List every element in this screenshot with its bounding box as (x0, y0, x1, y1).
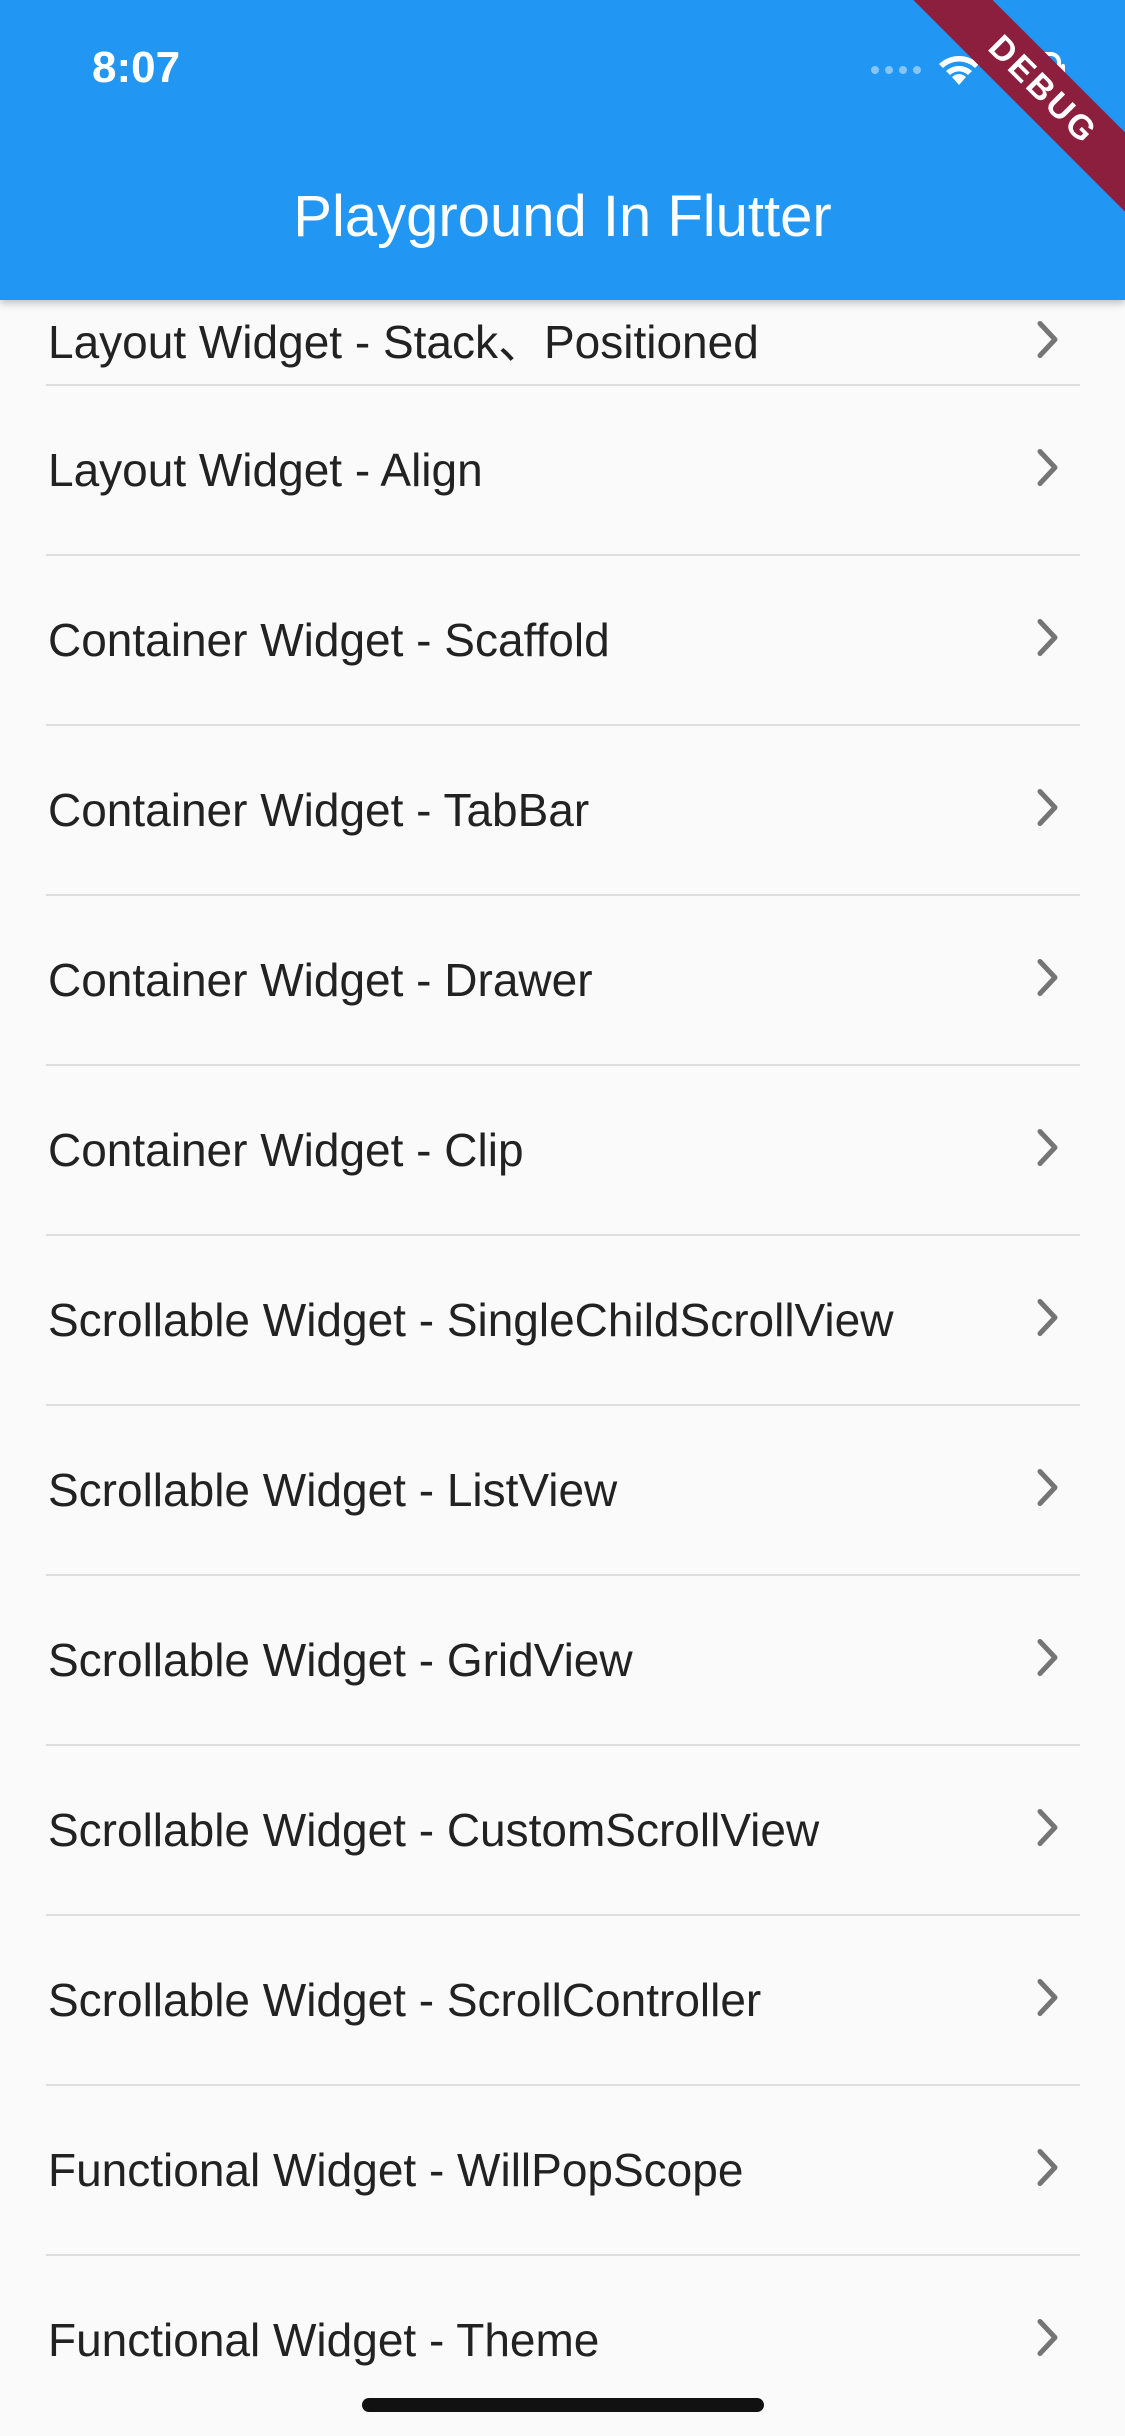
page-title: Playground In Flutter (293, 184, 832, 249)
list-item-label: Scrollable Widget - ListView (48, 1464, 618, 1516)
list-item[interactable]: Functional Widget - WillPopScope (0, 2086, 1125, 2254)
chevron-right-icon (1035, 1808, 1061, 1853)
chevron-right-icon (1035, 1128, 1061, 1173)
list-item-label: Scrollable Widget - ScrollController (48, 1974, 762, 2026)
list-item[interactable]: Container Widget - Drawer (0, 896, 1125, 1064)
chevron-right-icon (1035, 788, 1061, 833)
list-item[interactable]: Scrollable Widget - CustomScrollView (0, 1746, 1125, 1914)
chevron-right-icon (1035, 1978, 1061, 2023)
list-item-label: Layout Widget - Stack、Positioned (48, 316, 759, 368)
chevron-right-icon (1035, 1468, 1061, 1513)
signal-dots-icon (871, 66, 921, 74)
list-item[interactable]: Layout Widget - Align (0, 386, 1125, 554)
list-item-label: Layout Widget - Align (48, 444, 483, 496)
list-item-label: Container Widget - TabBar (48, 784, 590, 836)
list-item[interactable]: Container Widget - Scaffold (0, 556, 1125, 724)
list-item[interactable]: Scrollable Widget - ListView (0, 1406, 1125, 1574)
list-item[interactable]: Container Widget - Clip (0, 1066, 1125, 1234)
list-item-label: Scrollable Widget - SingleChildScrollVie… (48, 1294, 894, 1346)
list-item[interactable]: Scrollable Widget - GridView (0, 1576, 1125, 1744)
list-item-label: Container Widget - Drawer (48, 954, 593, 1006)
chevron-right-icon (1035, 958, 1061, 1003)
list-item-label: Container Widget - Scaffold (48, 614, 610, 666)
list-item[interactable]: Scrollable Widget - ScrollController (0, 1916, 1125, 2084)
list-item[interactable]: Container Widget - TabBar (0, 726, 1125, 894)
chevron-right-icon (1035, 2318, 1061, 2363)
list-item-label: Functional Widget - Theme (48, 2314, 600, 2366)
list-item-label: Scrollable Widget - CustomScrollView (48, 1804, 820, 1856)
chevron-right-icon (1035, 1638, 1061, 1683)
home-indicator[interactable] (362, 2398, 764, 2412)
status-time: 8:07 (92, 43, 181, 92)
list-item-label: Functional Widget - WillPopScope (48, 2144, 744, 2196)
list-item-label: Container Widget - Clip (48, 1124, 524, 1176)
app-bar: 8:07 Playground In Flutter (0, 0, 1125, 300)
chevron-right-icon (1035, 448, 1061, 493)
screen: 8:07 Playground In Flutter DEBUG Layout … (0, 0, 1125, 2436)
chevron-right-icon (1035, 320, 1061, 365)
list-item-label: Scrollable Widget - GridView (48, 1634, 633, 1686)
list-item[interactable]: Scrollable Widget - SingleChildScrollVie… (0, 1236, 1125, 1404)
chevron-right-icon (1035, 2148, 1061, 2193)
chevron-right-icon (1035, 618, 1061, 663)
widget-list[interactable]: Layout Widget - Stack、Positioned Layout W… (0, 300, 1125, 2424)
chevron-right-icon (1035, 1298, 1061, 1343)
